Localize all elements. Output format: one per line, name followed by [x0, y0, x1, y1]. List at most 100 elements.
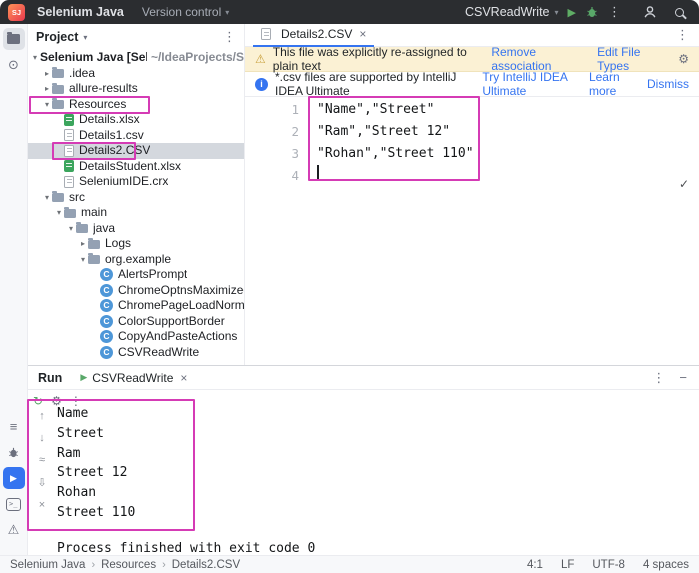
more-options-icon[interactable]: ⋮ [652, 370, 665, 386]
tree-item-label: DetailsStudent.xlsx [79, 158, 182, 173]
breadcrumb-file[interactable]: Details2.CSV [172, 559, 240, 571]
tree-item-details-xlsx[interactable]: Details.xlsx [28, 112, 244, 128]
tree-item-src[interactable]: ▾ src [28, 190, 244, 206]
tree-item-colorsupportborder[interactable]: C ColorSupportBorder [28, 314, 244, 330]
run-config-selector[interactable]: CSVReadWrite ▾ [465, 5, 559, 19]
project-widget[interactable]: Selenium Java [37, 5, 124, 19]
chevron-expanded-icon[interactable]: ▾ [42, 97, 52, 113]
tree-item-idea[interactable]: ▸ .idea [28, 66, 244, 82]
tree-item-resources[interactable]: ▾ Resources [28, 97, 244, 113]
app-logo[interactable]: SJ [8, 3, 25, 21]
editor-tab-label: Details2.CSV [281, 27, 353, 41]
tree-item-selenium-java-seleniumjava[interactable]: ▾Selenium Java [SeleniumJava]~/IdeaProje… [28, 50, 244, 66]
console-output[interactable]: Name Street Ram Street 12 Rohan Street 110 [57, 404, 135, 523]
tree-item-label: src [69, 189, 85, 204]
class-icon: C [100, 268, 113, 282]
code-area[interactable]: 1 "Name","Street" 2 "Ram","Street 12" 3 "Roha… [245, 97, 699, 191]
commit-tool-icon[interactable]: ⊙ [3, 54, 25, 76]
tree-item-csvreadwrite[interactable]: C CSVReadWrite [28, 345, 244, 361]
more-options-icon[interactable]: ⋮ [223, 29, 236, 45]
user-account-icon[interactable] [642, 4, 658, 20]
edit-file-types-link[interactable]: Edit File Types [597, 45, 662, 73]
chevron-collapsed-icon[interactable]: ▸ [42, 81, 52, 97]
gear-icon[interactable]: ⚙ [678, 52, 689, 66]
tree-item-alertsprompt[interactable]: C AlertsPrompt [28, 267, 244, 283]
tree-item-label: Details1.csv [79, 127, 144, 142]
up-stack-icon[interactable]: ↑ [39, 410, 45, 422]
down-stack-icon[interactable]: ↓ [39, 432, 45, 444]
line-number: 1 [291, 102, 299, 117]
indent-widget[interactable]: 4 spaces [643, 559, 689, 571]
tree-item-label: .idea [69, 65, 96, 80]
inspections-check-icon[interactable]: ✓ [679, 177, 689, 191]
project-panel-title[interactable]: Project [36, 30, 78, 44]
chevron-down-icon[interactable]: ▾ [83, 33, 87, 42]
tree-item-detailsstudent-xlsx[interactable]: DetailsStudent.xlsx [28, 159, 244, 175]
folder-icon [52, 191, 64, 203]
chevron-expanded-icon[interactable]: ▾ [66, 221, 76, 237]
tree-item-label: Selenium Java [SeleniumJava] [40, 50, 147, 64]
code-line-3[interactable]: 3 "Rohan","Street 110" [245, 143, 699, 165]
editor-tab-details2csv[interactable]: Details2.CSV × [253, 24, 375, 47]
tree-item-details1-csv[interactable]: Details1.csv [28, 128, 244, 144]
bug-icon [9, 447, 18, 457]
chevron-collapsed-icon[interactable]: ▸ [42, 66, 52, 82]
clear-all-icon[interactable]: × [39, 499, 45, 511]
debug-tool-icon[interactable] [3, 441, 25, 463]
soft-wrap-icon[interactable]: ≈ [39, 454, 45, 466]
tree-item-label: CSVReadWrite [118, 344, 200, 359]
search-icon[interactable] [671, 4, 687, 20]
minimize-icon[interactable]: − [679, 370, 687, 385]
csv-ultimate-info-banner: i *.csv files are supported by IntelliJ … [245, 70, 699, 98]
text-icon [64, 129, 74, 142]
chevron-expanded-icon[interactable]: ▾ [78, 252, 88, 268]
run-tool-icon[interactable]: ▶ [2, 467, 25, 489]
run-left-toolbar: ↑ ↓ ≈ ⇩ × [33, 410, 51, 511]
tree-item-chromeoptnsmaximized[interactable]: C ChromeOptnsMaximized [28, 283, 244, 299]
more-actions-icon[interactable]: ⋮ [608, 4, 621, 20]
line-number: 2 [291, 124, 299, 139]
vcs-widget[interactable]: Version control ▾ [142, 5, 229, 19]
run-button[interactable]: ▶ [568, 6, 576, 19]
chevron-expanded-icon[interactable]: ▾ [54, 205, 64, 221]
tree-item-details2-csv[interactable]: Details2.CSV [28, 143, 244, 159]
remove-association-link[interactable]: Remove association [491, 45, 581, 73]
encoding-widget[interactable]: UTF-8 [592, 559, 625, 571]
caret-position-widget[interactable]: 4:1 [527, 559, 543, 571]
close-icon[interactable]: × [359, 27, 366, 41]
folder-icon [64, 206, 76, 218]
rerun-icon[interactable]: ↻ [33, 394, 43, 408]
structure-tool-icon[interactable]: ≡ [3, 415, 25, 437]
breadcrumb-resources[interactable]: Resources [101, 559, 156, 571]
more-options-icon[interactable]: ⋮ [676, 27, 699, 43]
breadcrumb-project[interactable]: Selenium Java [10, 559, 85, 571]
tree-item-copyandpasteactions[interactable]: C CopyAndPasteActions [28, 329, 244, 345]
chevron-collapsed-icon[interactable]: ▸ [78, 236, 88, 252]
close-icon[interactable]: × [180, 371, 187, 385]
debug-button[interactable] [585, 5, 599, 19]
code-line-1[interactable]: 1 "Name","Street" [245, 99, 699, 121]
learn-more-link[interactable]: Learn more [589, 70, 631, 98]
run-tab-csvreadwrite[interactable]: ▶ CSVReadWrite × [76, 366, 191, 390]
warning-banner-actions: Remove association Edit File Types ⚙ [491, 45, 689, 73]
tree-item-org-example[interactable]: ▾ org.example [28, 252, 244, 268]
code-line-2[interactable]: 2 "Ram","Street 12" [245, 121, 699, 143]
tree-item-main[interactable]: ▾ main [28, 205, 244, 221]
dismiss-link[interactable]: Dismiss [647, 77, 689, 91]
line-separator-widget[interactable]: LF [561, 559, 574, 571]
tree-item-java[interactable]: ▾ java [28, 221, 244, 237]
tree-item-seleniumide-crx[interactable]: SeleniumIDE.crx [28, 174, 244, 190]
tree-item-allure-results[interactable]: ▸ allure-results [28, 81, 244, 97]
problems-tool-icon[interactable]: ⚠ [3, 519, 25, 541]
tree-item-chromepageloadnormal[interactable]: C ChromePageLoadNormal [28, 298, 244, 314]
terminal-tool-icon[interactable]: >_ [3, 493, 25, 515]
scroll-to-end-icon[interactable]: ⇩ [37, 476, 46, 489]
chevron-expanded-icon[interactable]: ▾ [42, 190, 52, 206]
project-tool-icon[interactable] [2, 28, 25, 50]
tree-item-logs[interactable]: ▸ Logs [28, 236, 244, 252]
folder-icon [76, 222, 88, 234]
code-line-4[interactable]: 4 [245, 165, 699, 187]
titlebar-right: CSVReadWrite ▾ ▶ ⋮ [465, 4, 699, 20]
chevron-expanded-icon[interactable]: ▾ [30, 50, 40, 66]
try-ultimate-link[interactable]: Try IntelliJ IDEA Ultimate [482, 70, 573, 98]
